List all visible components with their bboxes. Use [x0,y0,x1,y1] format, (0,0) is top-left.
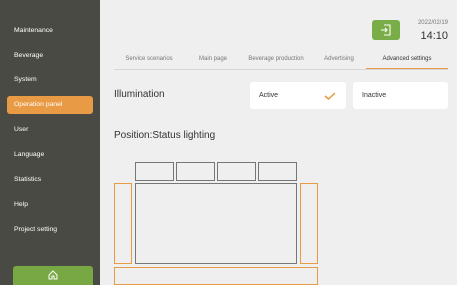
check-icon [324,92,336,100]
sidebar: Maintenance Beverage System Operation pa… [0,0,100,285]
status-lighting-segment-4[interactable] [258,162,297,181]
machine-front-panel[interactable] [135,183,297,264]
sidebar-item-beverage[interactable]: Beverage [7,47,93,65]
status-lighting-segment-2[interactable] [176,162,215,181]
logout-button[interactable] [372,20,400,40]
tab-divider [114,69,448,70]
sidebar-item-operation-panel[interactable]: Operation panel [7,96,93,114]
sidebar-item-language[interactable]: Language [7,146,93,164]
tab-service-scenarios[interactable]: Service scenarios [114,49,184,70]
status-lighting-segment-1[interactable] [135,162,174,181]
bottom-status-light[interactable] [114,267,318,285]
inactive-option[interactable]: Inactive [353,82,448,109]
active-option-label: Active [259,92,279,99]
sidebar-item-project-setting[interactable]: Project setting [7,221,93,239]
left-status-light[interactable] [114,183,132,264]
status-lighting-segment-3[interactable] [217,162,256,181]
tab-advertising[interactable]: Advertising [314,49,364,70]
tab-main-page[interactable]: Main page [188,49,238,70]
sidebar-item-maintenance[interactable]: Maintenance [7,22,93,40]
tab-advanced-settings[interactable]: Advanced settings [366,49,448,70]
illumination-label: Illumination [114,89,165,100]
date-display: 2022/02/19 [417,20,448,26]
sidebar-item-system[interactable]: System [7,71,93,89]
time-display: 14:10 [420,30,448,42]
logout-icon [381,24,391,36]
sidebar-item-statistics[interactable]: Statistics [7,171,93,189]
active-option[interactable]: Active [250,82,346,109]
right-status-light[interactable] [300,183,318,264]
sidebar-item-user[interactable]: User [7,121,93,139]
home-button[interactable] [13,266,93,285]
inactive-option-label: Inactive [362,92,387,99]
position-label: Position:Status lighting [114,130,216,141]
tab-beverage-production[interactable]: Beverage production [241,49,311,70]
sidebar-item-help[interactable]: Help [7,196,93,214]
home-icon [48,270,58,280]
